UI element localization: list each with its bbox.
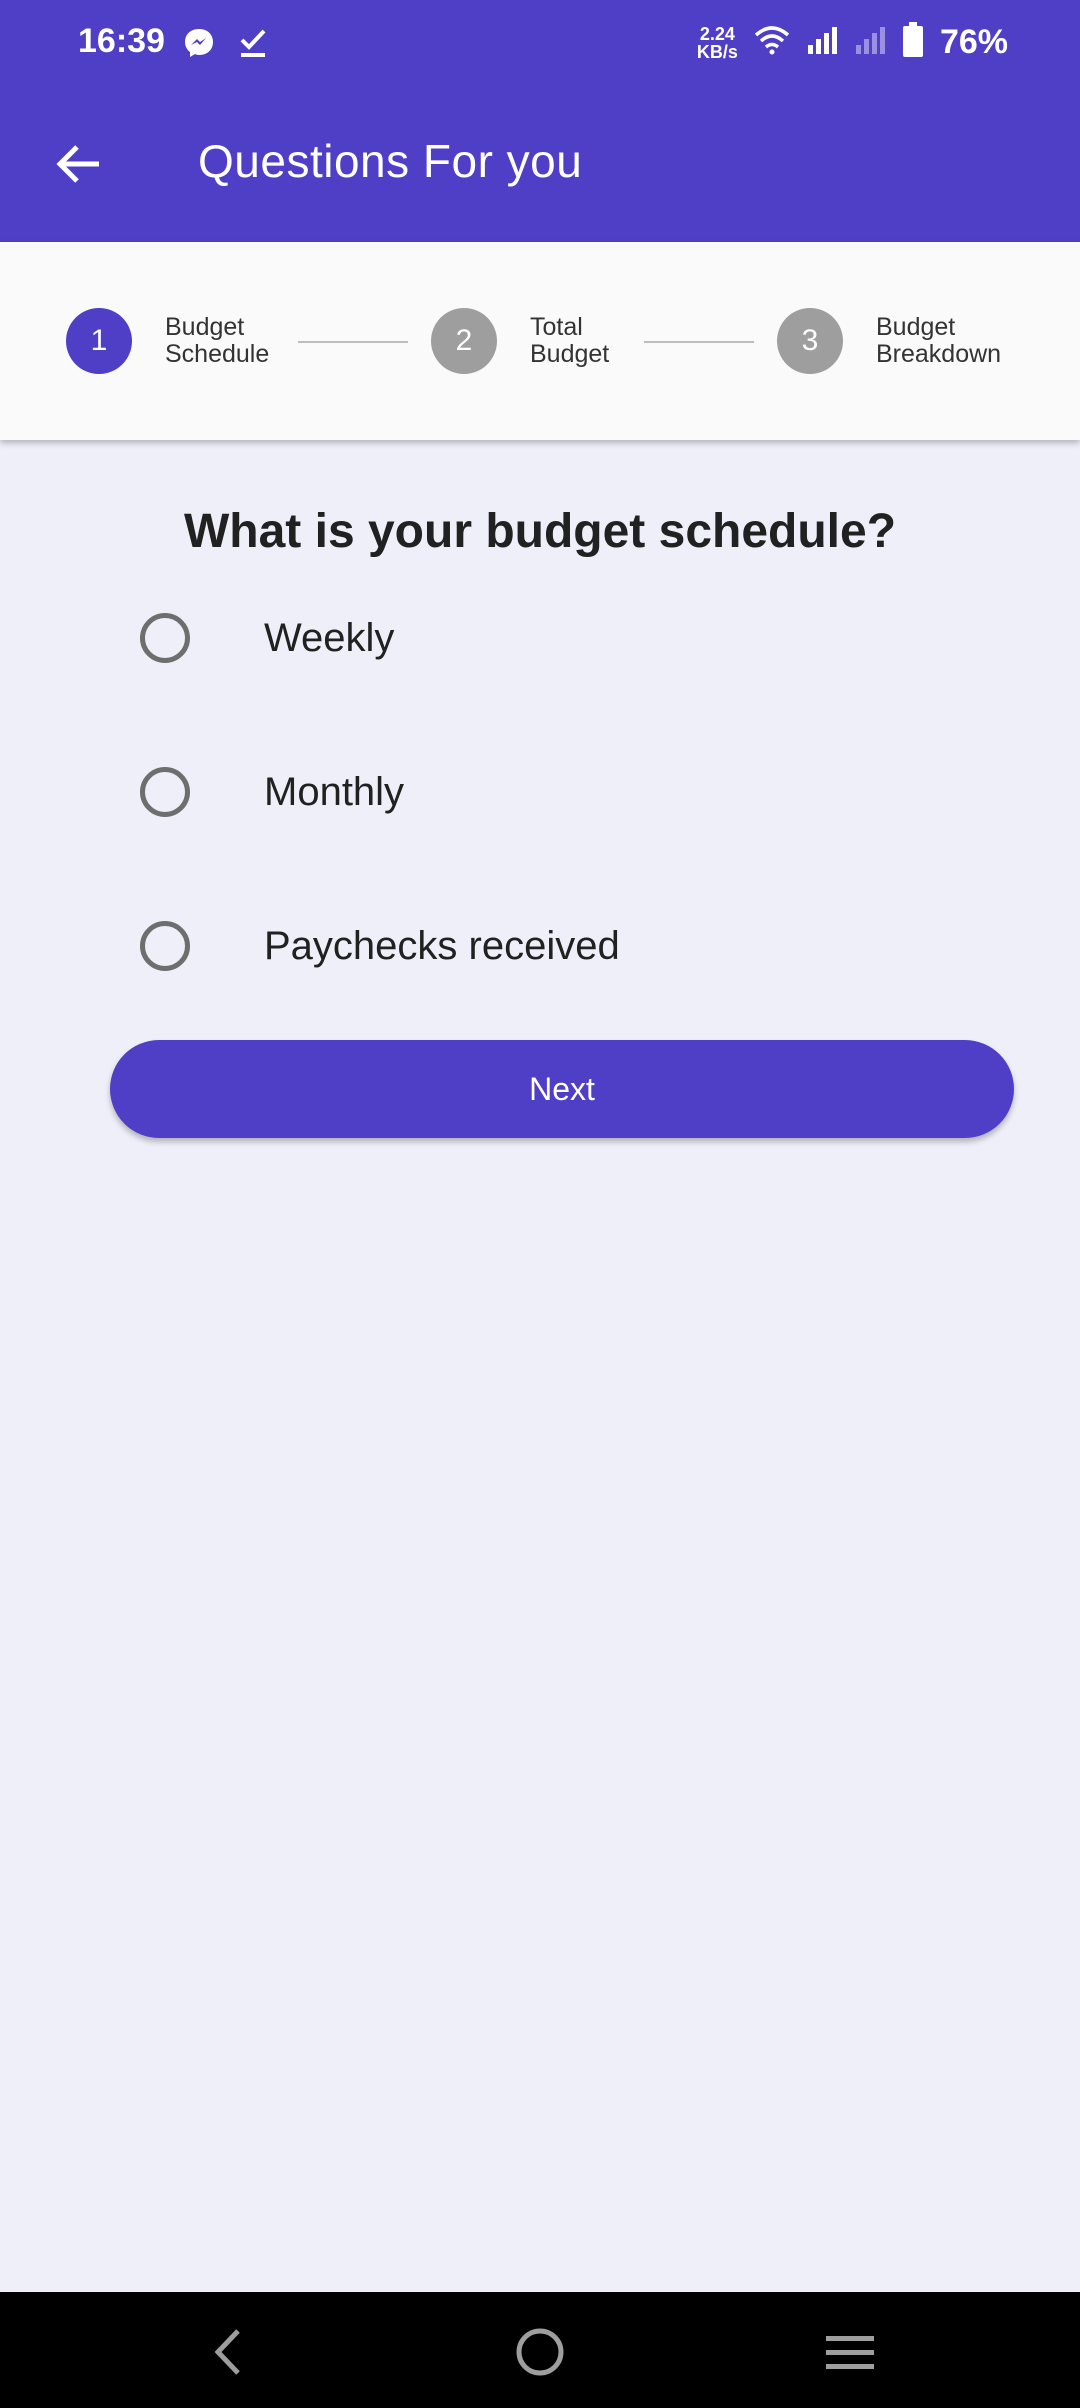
home-nav-icon	[516, 2328, 564, 2376]
net-speed: 2.24 KB/s	[696, 23, 738, 62]
radio-button[interactable]	[140, 767, 190, 817]
radio-button[interactable]	[140, 921, 190, 971]
signal-weak-icon	[854, 25, 886, 60]
nav-back-button[interactable]	[198, 2322, 258, 2382]
messenger-icon	[182, 26, 216, 65]
radio-button[interactable]	[140, 613, 190, 663]
status-bar: 16:39 2.24 KB/s 76%	[0, 0, 1080, 90]
battery-icon	[902, 22, 924, 63]
back-nav-icon	[214, 2329, 240, 2375]
battery-percentage: 76%	[939, 23, 1008, 61]
app-bar: Questions For you	[0, 90, 1080, 242]
option-label: Weekly	[264, 615, 395, 660]
status-system-icons: 2.24 KB/s 76%	[697, 22, 1008, 63]
option-monthly[interactable]: Monthly	[130, 742, 950, 842]
system-nav-bar	[0, 2292, 1080, 2408]
option-label: Monthly	[264, 769, 405, 814]
back-button[interactable]	[44, 130, 112, 198]
recents-nav-icon	[826, 2336, 874, 2369]
arrow-left-icon	[56, 145, 99, 183]
step-connector	[298, 341, 408, 343]
nav-home-button[interactable]	[510, 2322, 570, 2382]
step-3-label: Budget Breakdown	[876, 313, 1002, 368]
next-button[interactable]: Next	[110, 1040, 1014, 1138]
signal-icon	[806, 25, 838, 60]
step-2-indicator: 2	[431, 308, 497, 374]
wifi-icon	[754, 25, 790, 60]
status-time: 16:39	[78, 22, 165, 60]
step-3-indicator: 3	[777, 308, 843, 374]
progress-stepper: 1 Budget Schedule 2 Total Budget 3 Budge…	[0, 242, 1080, 440]
option-weekly[interactable]: Weekly	[130, 588, 950, 688]
option-label: Paychecks received	[264, 923, 620, 968]
status-notification-icons	[182, 26, 268, 65]
check-icon	[238, 26, 268, 65]
step-1-label: Budget Schedule	[165, 313, 270, 368]
question-heading: What is your budget schedule?	[183, 505, 897, 558]
option-paychecks-received[interactable]: Paychecks received	[130, 896, 950, 996]
nav-recents-button[interactable]	[820, 2322, 880, 2382]
page-title: Questions For you	[198, 135, 583, 187]
step-1-indicator: 1	[66, 308, 132, 374]
step-connector	[644, 341, 754, 343]
